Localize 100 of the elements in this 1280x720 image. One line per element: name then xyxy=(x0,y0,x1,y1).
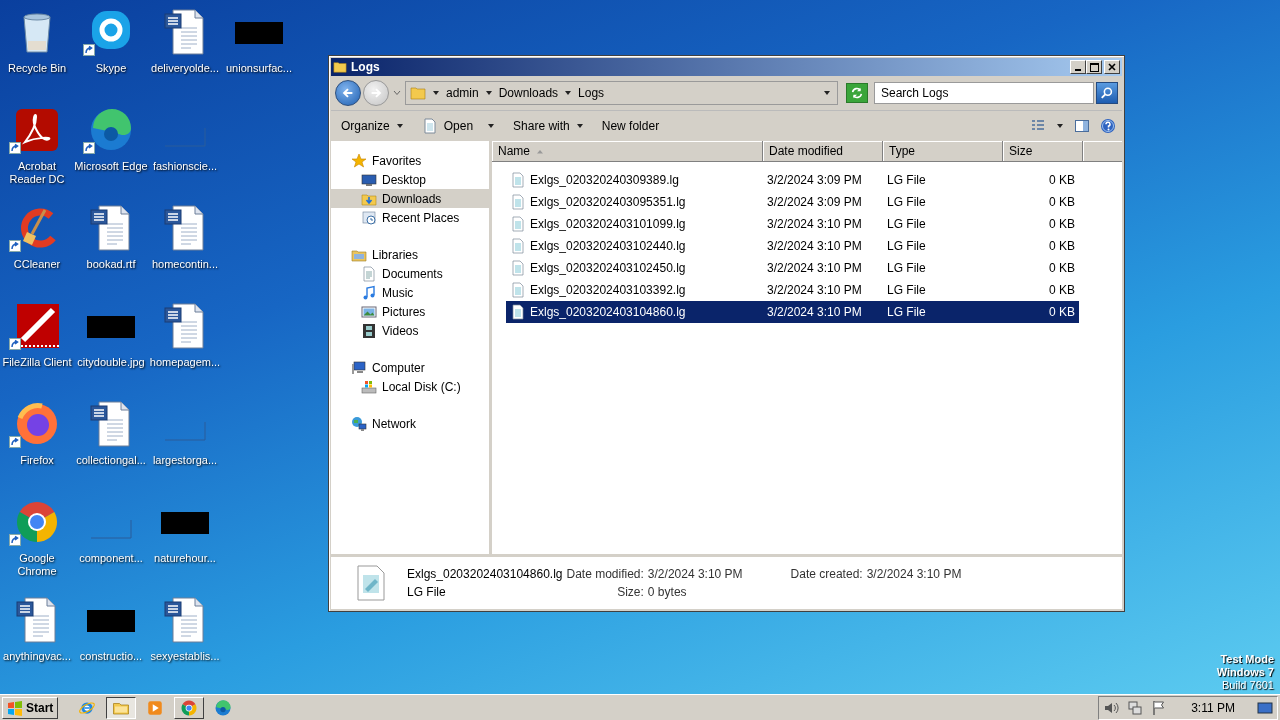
breadcrumb-item[interactable]: Logs xyxy=(578,86,605,100)
icon-label[interactable]: largestorga... xyxy=(152,454,218,467)
toolbar-button[interactable]: Organize xyxy=(337,117,408,135)
clock-icon xyxy=(361,209,377,226)
star-icon xyxy=(351,152,367,169)
icon-label[interactable]: bookad.rtf xyxy=(86,258,136,271)
file-size: 0 KB xyxy=(1049,239,1075,253)
nav-item[interactable]: Recent Places xyxy=(331,208,489,227)
nav-item[interactable]: Local Disk (C:) xyxy=(331,377,489,396)
film-icon xyxy=(361,322,377,339)
icon-label[interactable]: Firefox xyxy=(20,454,54,467)
browser-icon xyxy=(180,698,199,717)
start-button[interactable]: Start xyxy=(2,696,59,719)
icon-label[interactable]: unionsurfac... xyxy=(225,62,292,75)
nav-item[interactable]: Downloads xyxy=(331,189,489,208)
date-modified: 3/2/2024 3:10 PM xyxy=(767,261,862,275)
column-header[interactable]: Size xyxy=(1003,141,1083,162)
address-bar[interactable]: admin Downloads Logs xyxy=(405,81,838,105)
nav-item[interactable]: Music xyxy=(331,283,489,302)
icon-label[interactable]: collectiongal... xyxy=(76,454,146,467)
file-name: Exlgs_0203202403102450.lg xyxy=(530,261,686,275)
maximize-button[interactable] xyxy=(1086,60,1102,74)
clock[interactable]: 3:11 PM xyxy=(1191,700,1235,715)
file-name: Exlgs_0203202403101099.lg xyxy=(530,217,686,231)
network-icon[interactable] xyxy=(1127,699,1144,716)
icon-label[interactable]: Google Chrome xyxy=(0,552,74,578)
file-icon xyxy=(510,282,526,298)
date-modified: 3/2/2024 3:10 PM xyxy=(767,305,862,319)
file-row[interactable]: Exlgs_0203202403102440.lg 3/2/2024 3:10 PM LG File 0 KB xyxy=(506,235,1079,257)
caret-icon[interactable] xyxy=(1056,122,1064,130)
os-notice-text: Build 7601 xyxy=(1222,679,1274,692)
network-icon xyxy=(351,415,367,432)
minimize-button[interactable] xyxy=(1070,60,1086,74)
search-field[interactable]: Search Logs xyxy=(874,82,1094,104)
nav-item[interactable]: Favorites xyxy=(331,151,489,170)
caret-icon[interactable] xyxy=(432,89,440,97)
icon-label[interactable]: Microsoft Edge xyxy=(74,160,148,173)
back-button[interactable] xyxy=(335,80,361,106)
icon-label[interactable]: homecontin... xyxy=(151,258,218,271)
nav-item[interactable]: Network xyxy=(331,414,489,433)
nav-item[interactable]: Computer xyxy=(331,358,489,377)
file-row[interactable]: Exlgs_0203202403103392.lg 3/2/2024 3:10 PM LG File 0 KB xyxy=(506,279,1079,301)
icon-label[interactable]: deliveryolde... xyxy=(151,62,219,75)
nav-item[interactable]: Pictures xyxy=(331,302,489,321)
caret-icon[interactable] xyxy=(484,89,493,97)
close-button[interactable] xyxy=(1104,60,1120,74)
icon-label[interactable]: homepagem... xyxy=(149,356,221,369)
icon-label[interactable]: Skype xyxy=(95,62,127,75)
file-row[interactable]: Exlgs_0203202403102450.lg 3/2/2024 3:10 PM LG File 0 KB xyxy=(506,257,1079,279)
forward-arrow-icon xyxy=(369,86,383,100)
breadcrumb-item[interactable]: Downloads xyxy=(498,86,559,100)
file-icon xyxy=(421,118,438,134)
toolbar-button[interactable]: Share with xyxy=(509,117,588,135)
icon-label[interactable]: Acrobat Reader DC xyxy=(0,160,74,186)
preview-pane-icon[interactable] xyxy=(1074,118,1090,134)
file-name: Exlgs_0203202403104860.lg xyxy=(407,567,563,581)
caret-icon[interactable] xyxy=(823,89,831,97)
taskbar-app[interactable] xyxy=(106,696,137,719)
file-icon xyxy=(355,565,387,601)
windows-flag-icon xyxy=(7,699,23,716)
icon-label[interactable]: citydouble.jpg xyxy=(77,356,145,369)
show-desktop-icon[interactable] xyxy=(1257,699,1273,716)
column-header[interactable]: Name xyxy=(492,141,763,162)
nav-item[interactable]: Videos xyxy=(331,321,489,340)
breadcrumb-item[interactable]: admin xyxy=(446,86,479,100)
icon-label[interactable]: Recycle Bin xyxy=(7,62,67,75)
column-header[interactable]: Type xyxy=(883,141,1003,162)
file-row[interactable]: Exlgs_0203202403104860.lg 3/2/2024 3:10 PM LG File 0 KB xyxy=(506,301,1079,323)
date-modified: 3/2/2024 3:10 PM xyxy=(767,283,862,297)
icon-label[interactable]: CCleaner xyxy=(13,258,61,271)
icon-label[interactable]: fashionscie... xyxy=(152,160,218,173)
file-type: LG File xyxy=(407,585,447,599)
refresh-button[interactable] xyxy=(846,83,868,103)
browser-icon xyxy=(214,698,233,717)
date-modified: 3/2/2024 3:09 PM xyxy=(767,173,862,187)
file-row[interactable]: Exlgs_0203202403095351.lg 3/2/2024 3:09 PM LG File 0 KB xyxy=(506,191,1079,213)
icon-label[interactable]: FileZilla Client xyxy=(2,356,72,369)
file-size: 0 KB xyxy=(1049,173,1075,187)
file-size: 0 KB xyxy=(1049,283,1075,297)
icon-label[interactable]: component... xyxy=(79,552,143,565)
help-icon[interactable] xyxy=(1100,118,1116,134)
file-row[interactable]: Exlgs_020320240309389.lg 3/2/2024 3:09 PM LG File 0 KB xyxy=(506,169,1079,191)
music-note-icon xyxy=(361,284,377,301)
nav-item[interactable]: Desktop xyxy=(331,170,489,189)
computer-icon xyxy=(351,359,367,376)
toolbar-button[interactable]: Open xyxy=(417,116,500,136)
caret-icon xyxy=(487,122,496,130)
toolbar-button[interactable]: New folder xyxy=(597,117,664,135)
picture-icon xyxy=(361,303,377,320)
nav-item[interactable]: Libraries xyxy=(331,245,489,264)
pdf-app-icon[interactable] xyxy=(13,106,61,154)
file-row[interactable]: Exlgs_0203202403101099.lg 3/2/2024 3:10 PM LG File 0 KB xyxy=(506,213,1079,235)
column-header[interactable]: Date modified xyxy=(763,141,883,162)
file-size: 0 KB xyxy=(1049,305,1075,319)
file-icon xyxy=(510,216,526,232)
caret-icon[interactable] xyxy=(564,89,573,97)
window-title: Logs xyxy=(351,60,380,74)
search-button[interactable] xyxy=(1096,82,1118,104)
icon-label[interactable]: naturehour... xyxy=(154,552,216,565)
nav-item[interactable]: Documents xyxy=(331,264,489,283)
